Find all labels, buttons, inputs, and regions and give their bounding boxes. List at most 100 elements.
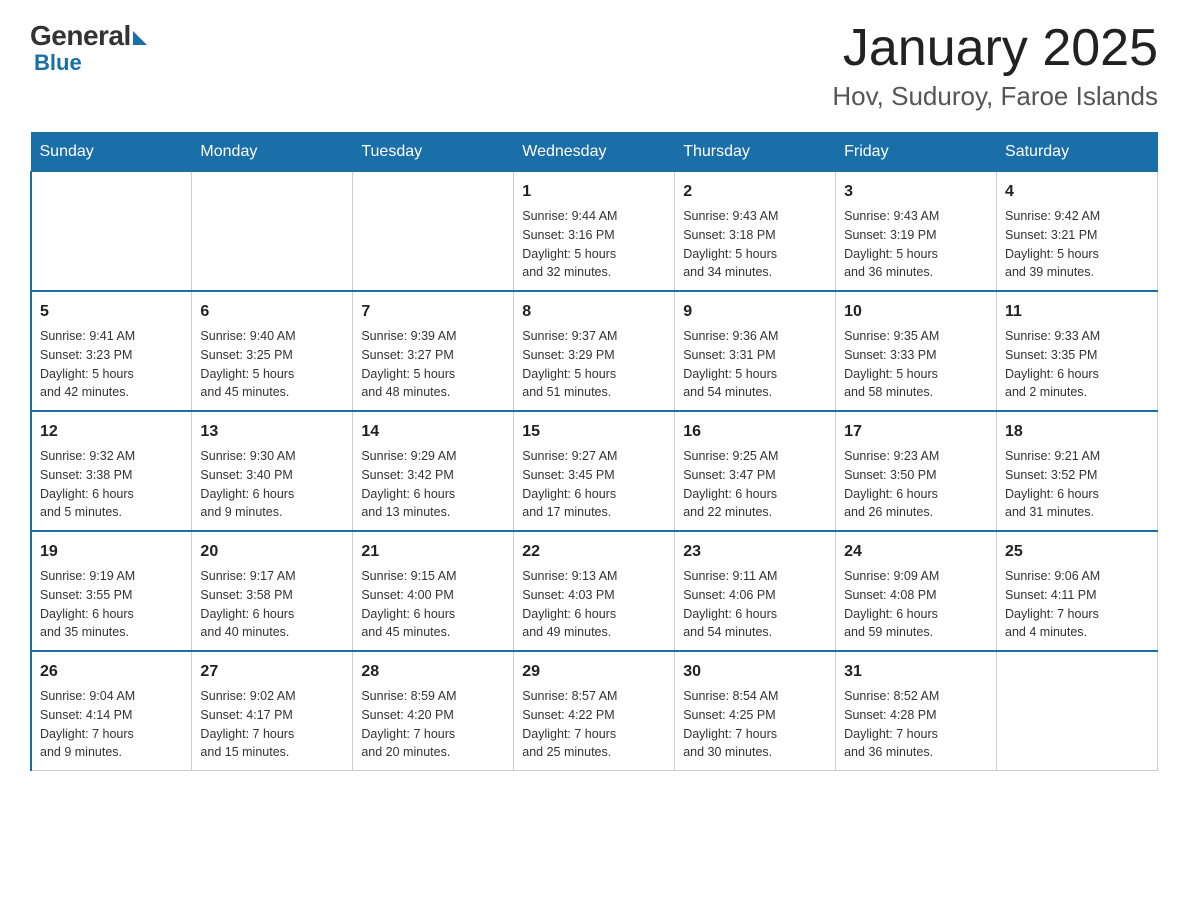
calendar-week-row: 19Sunrise: 9:19 AM Sunset: 3:55 PM Dayli… [31, 531, 1158, 651]
calendar-cell [31, 172, 192, 292]
calendar-weekday-tuesday: Tuesday [353, 133, 514, 172]
day-number: 20 [200, 540, 344, 564]
day-info: Sunrise: 9:33 AM Sunset: 3:35 PM Dayligh… [1005, 327, 1149, 402]
day-number: 27 [200, 660, 344, 684]
page-header: General Blue January 2025 Hov, Suduroy, … [30, 20, 1158, 112]
logo: General Blue [30, 20, 147, 76]
day-number: 5 [40, 300, 183, 324]
calendar-cell: 28Sunrise: 8:59 AM Sunset: 4:20 PM Dayli… [353, 651, 514, 771]
day-info: Sunrise: 8:54 AM Sunset: 4:25 PM Dayligh… [683, 687, 827, 762]
day-number: 15 [522, 420, 666, 444]
day-number: 25 [1005, 540, 1149, 564]
day-info: Sunrise: 9:39 AM Sunset: 3:27 PM Dayligh… [361, 327, 505, 402]
day-info: Sunrise: 9:30 AM Sunset: 3:40 PM Dayligh… [200, 447, 344, 522]
calendar-cell: 14Sunrise: 9:29 AM Sunset: 3:42 PM Dayli… [353, 411, 514, 531]
day-number: 31 [844, 660, 988, 684]
day-info: Sunrise: 9:15 AM Sunset: 4:00 PM Dayligh… [361, 567, 505, 642]
calendar-cell: 18 Sunrise: 9:21 AM Sunset: 3:52 PM Dayli… [997, 411, 1158, 531]
calendar-weekday-saturday: Saturday [997, 133, 1158, 172]
calendar-cell: 23Sunrise: 9:11 AM Sunset: 4:06 PM Dayli… [675, 531, 836, 651]
calendar-cell [997, 651, 1158, 771]
day-number: 8 [522, 300, 666, 324]
day-number: 7 [361, 300, 505, 324]
day-info: Sunrise: 9:42 AM Sunset: 3:21 PM Dayligh… [1005, 207, 1149, 282]
calendar-cell: 6 Sunrise: 9:40 AM Sunset: 3:25 PM Daylig… [192, 291, 353, 411]
calendar-weekday-friday: Friday [836, 133, 997, 172]
day-number: 17 [844, 420, 988, 444]
day-info: Sunrise: 9:32 AM Sunset: 3:38 PM Dayligh… [40, 447, 183, 522]
day-info: Sunrise: 9:13 AM Sunset: 4:03 PM Dayligh… [522, 567, 666, 642]
day-info: Sunrise: 9:27 AM Sunset: 3:45 PM Dayligh… [522, 447, 666, 522]
calendar-header-row: SundayMondayTuesdayWednesdayThursdayFrid… [31, 133, 1158, 172]
calendar-cell: 11 Sunrise: 9:33 AM Sunset: 3:35 PM Dayli… [997, 291, 1158, 411]
day-number: 6 [200, 300, 344, 324]
day-info: Sunrise: 9:37 AM Sunset: 3:29 PM Dayligh… [522, 327, 666, 402]
day-info: Sunrise: 9:40 AM Sunset: 3:25 PM Dayligh… [200, 327, 344, 402]
title-block: January 2025 Hov, Suduroy, Faroe Islands [832, 20, 1158, 112]
day-number: 21 [361, 540, 505, 564]
calendar-weekday-wednesday: Wednesday [514, 133, 675, 172]
day-info: Sunrise: 9:36 AM Sunset: 3:31 PM Dayligh… [683, 327, 827, 402]
calendar-weekday-monday: Monday [192, 133, 353, 172]
calendar-cell: 31Sunrise: 8:52 AM Sunset: 4:28 PM Dayli… [836, 651, 997, 771]
day-info: Sunrise: 9:19 AM Sunset: 3:55 PM Dayligh… [40, 567, 183, 642]
calendar-cell: 3Sunrise: 9:43 AM Sunset: 3:19 PM Daylig… [836, 172, 997, 292]
calendar-cell: 12 Sunrise: 9:32 AM Sunset: 3:38 PM Dayli… [31, 411, 192, 531]
calendar-cell [192, 172, 353, 292]
logo-blue-text: Blue [34, 50, 82, 76]
calendar-cell: 15 Sunrise: 9:27 AM Sunset: 3:45 PM Dayli… [514, 411, 675, 531]
day-info: Sunrise: 8:57 AM Sunset: 4:22 PM Dayligh… [522, 687, 666, 762]
day-info: Sunrise: 9:17 AM Sunset: 3:58 PM Dayligh… [200, 567, 344, 642]
calendar-cell: 20 Sunrise: 9:17 AM Sunset: 3:58 PM Dayli… [192, 531, 353, 651]
day-number: 12 [40, 420, 183, 444]
calendar-cell: 1 Sunrise: 9:44 AM Sunset: 3:16 PM Daylig… [514, 172, 675, 292]
day-info: Sunrise: 9:04 AM Sunset: 4:14 PM Dayligh… [40, 687, 183, 762]
calendar-cell: 24Sunrise: 9:09 AM Sunset: 4:08 PM Dayli… [836, 531, 997, 651]
calendar-cell: 25 Sunrise: 9:06 AM Sunset: 4:11 PM Dayli… [997, 531, 1158, 651]
day-number: 4 [1005, 180, 1149, 204]
calendar-cell: 7 Sunrise: 9:39 AM Sunset: 3:27 PM Daylig… [353, 291, 514, 411]
calendar-weekday-sunday: Sunday [31, 133, 192, 172]
calendar-cell: 29 Sunrise: 8:57 AM Sunset: 4:22 PM Dayli… [514, 651, 675, 771]
calendar-cell: 19Sunrise: 9:19 AM Sunset: 3:55 PM Dayli… [31, 531, 192, 651]
logo-triangle-icon [133, 31, 147, 45]
day-number: 11 [1005, 300, 1149, 324]
day-number: 24 [844, 540, 988, 564]
day-info: Sunrise: 9:21 AM Sunset: 3:52 PM Dayligh… [1005, 447, 1149, 522]
day-info: Sunrise: 9:06 AM Sunset: 4:11 PM Dayligh… [1005, 567, 1149, 642]
calendar-cell: 5 Sunrise: 9:41 AM Sunset: 3:23 PM Daylig… [31, 291, 192, 411]
calendar-cell [353, 172, 514, 292]
day-number: 2 [683, 180, 827, 204]
calendar-week-row: 12 Sunrise: 9:32 AM Sunset: 3:38 PM Dayli… [31, 411, 1158, 531]
day-info: Sunrise: 9:44 AM Sunset: 3:16 PM Dayligh… [522, 207, 666, 282]
day-number: 14 [361, 420, 505, 444]
calendar-week-row: 5 Sunrise: 9:41 AM Sunset: 3:23 PM Daylig… [31, 291, 1158, 411]
day-info: Sunrise: 9:43 AM Sunset: 3:19 PM Dayligh… [844, 207, 988, 282]
logo-general-text: General [30, 20, 131, 52]
day-info: Sunrise: 9:41 AM Sunset: 3:23 PM Dayligh… [40, 327, 183, 402]
day-info: Sunrise: 9:11 AM Sunset: 4:06 PM Dayligh… [683, 567, 827, 642]
day-number: 29 [522, 660, 666, 684]
calendar-cell: 22 Sunrise: 9:13 AM Sunset: 4:03 PM Dayli… [514, 531, 675, 651]
day-number: 22 [522, 540, 666, 564]
day-info: Sunrise: 9:25 AM Sunset: 3:47 PM Dayligh… [683, 447, 827, 522]
day-number: 16 [683, 420, 827, 444]
calendar-cell: 9Sunrise: 9:36 AM Sunset: 3:31 PM Daylig… [675, 291, 836, 411]
calendar-cell: 4 Sunrise: 9:42 AM Sunset: 3:21 PM Daylig… [997, 172, 1158, 292]
calendar-cell: 13Sunrise: 9:30 AM Sunset: 3:40 PM Dayli… [192, 411, 353, 531]
calendar-cell: 21 Sunrise: 9:15 AM Sunset: 4:00 PM Dayli… [353, 531, 514, 651]
day-info: Sunrise: 9:02 AM Sunset: 4:17 PM Dayligh… [200, 687, 344, 762]
calendar-cell: 10Sunrise: 9:35 AM Sunset: 3:33 PM Dayli… [836, 291, 997, 411]
day-number: 28 [361, 660, 505, 684]
day-number: 30 [683, 660, 827, 684]
calendar-table: SundayMondayTuesdayWednesdayThursdayFrid… [30, 132, 1158, 771]
day-number: 10 [844, 300, 988, 324]
calendar-cell: 17Sunrise: 9:23 AM Sunset: 3:50 PM Dayli… [836, 411, 997, 531]
day-number: 1 [522, 180, 666, 204]
calendar-cell: 30 Sunrise: 8:54 AM Sunset: 4:25 PM Dayli… [675, 651, 836, 771]
calendar-week-row: 26Sunrise: 9:04 AM Sunset: 4:14 PM Dayli… [31, 651, 1158, 771]
calendar-weekday-thursday: Thursday [675, 133, 836, 172]
day-number: 18 [1005, 420, 1149, 444]
calendar-week-row: 1 Sunrise: 9:44 AM Sunset: 3:16 PM Daylig… [31, 172, 1158, 292]
calendar-cell: 16 Sunrise: 9:25 AM Sunset: 3:47 PM Dayli… [675, 411, 836, 531]
